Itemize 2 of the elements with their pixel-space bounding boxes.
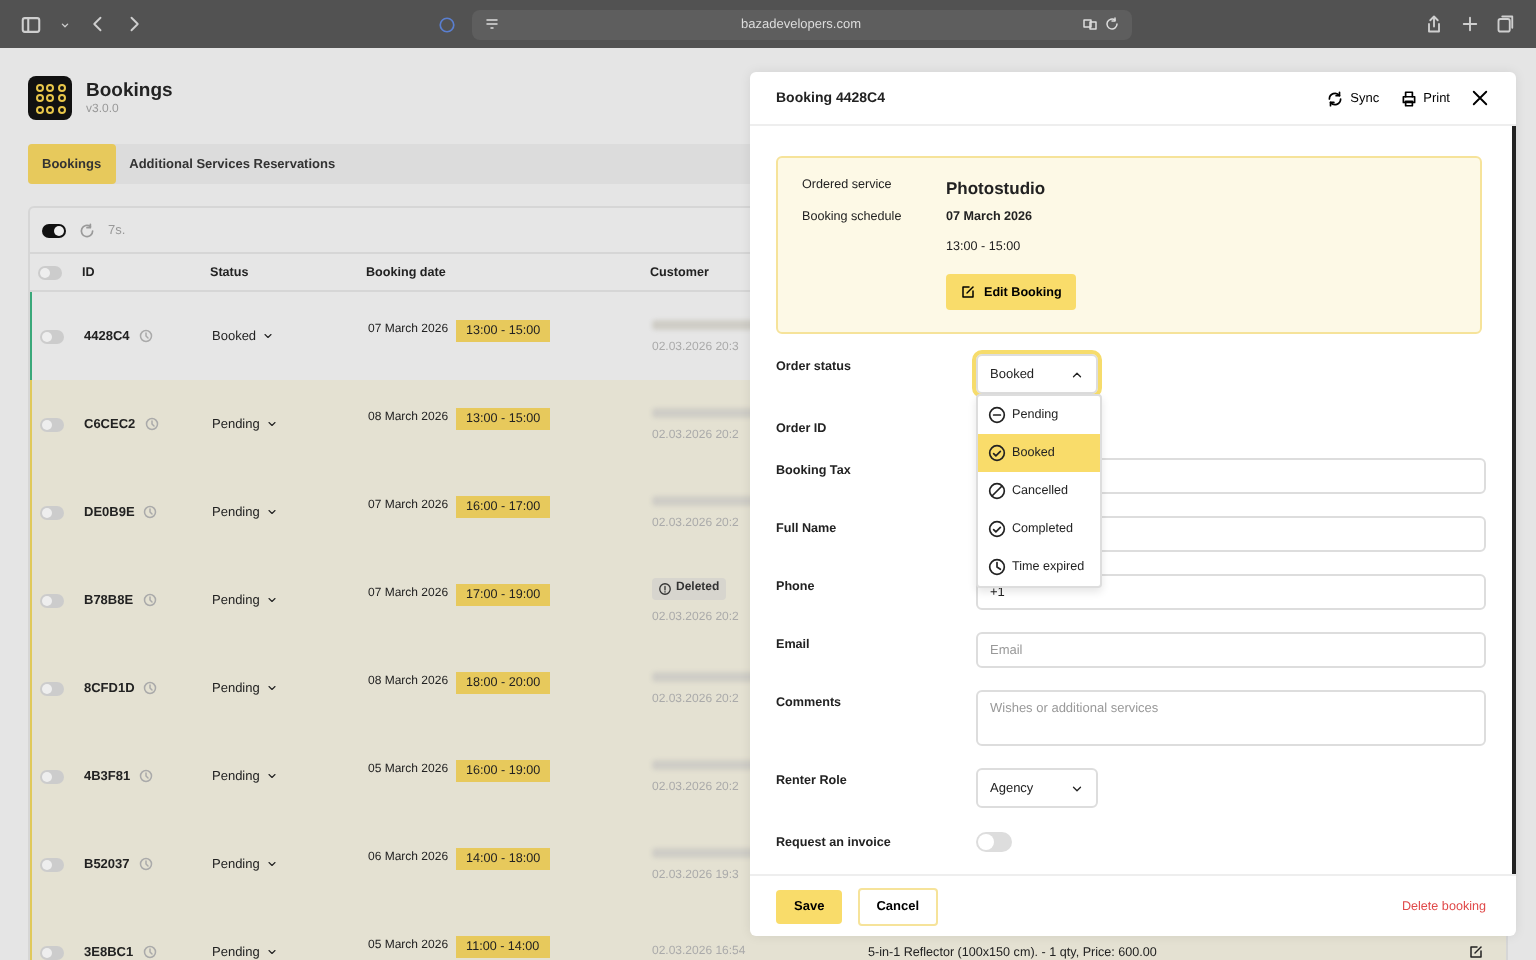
service-name: Photostudio — [946, 178, 1048, 198]
app-title: Bookings — [86, 80, 173, 102]
